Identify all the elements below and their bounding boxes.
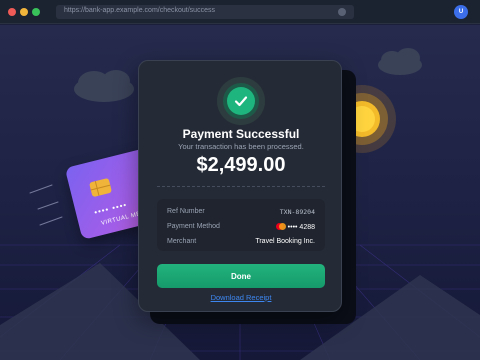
detail-label: Ref Number bbox=[167, 208, 205, 215]
card-chip-icon bbox=[89, 177, 113, 198]
payment-amount: $2,499.00 bbox=[196, 154, 286, 176]
mastercard-icon bbox=[275, 223, 286, 230]
motion-lines bbox=[29, 184, 63, 226]
reload-icon[interactable] bbox=[338, 8, 346, 16]
address-bar[interactable]: https://bank-app.example.com/checkout/su… bbox=[56, 5, 354, 19]
detail-row-payment-method: Payment Method •••• 4288 bbox=[167, 223, 315, 235]
payment-success-dialog: Payment Successful Your transaction has … bbox=[138, 60, 342, 312]
detail-row-merchant: Merchant Travel Booking Inc. bbox=[167, 238, 315, 250]
dialog-title: Payment Successful bbox=[182, 127, 300, 141]
detail-row-ref-number: Ref Number TXN-89204 bbox=[167, 208, 315, 220]
done-button[interactable]: Done bbox=[157, 264, 325, 288]
dialog-subtitle: Your transaction has been processed. bbox=[178, 142, 304, 151]
payment-method-value: •••• 4288 bbox=[275, 223, 315, 231]
divider bbox=[157, 186, 325, 187]
download-receipt-link[interactable]: Download Receipt bbox=[139, 293, 343, 302]
checkmark-icon bbox=[227, 87, 255, 115]
detail-value: TXN-89204 bbox=[279, 208, 315, 216]
user-avatar[interactable]: U bbox=[454, 5, 468, 19]
cloud-icon bbox=[378, 48, 422, 75]
close-window-button[interactable] bbox=[8, 8, 16, 16]
detail-label: Payment Method bbox=[167, 223, 220, 230]
browser-toolbar: https://bank-app.example.com/checkout/su… bbox=[0, 0, 480, 24]
minimize-window-button[interactable] bbox=[20, 8, 28, 16]
detail-label: Merchant bbox=[167, 238, 197, 245]
detail-value: Travel Booking Inc. bbox=[255, 238, 315, 245]
transaction-details: Ref Number TXN-89204 Payment Method ••••… bbox=[157, 199, 325, 251]
cloud-icon bbox=[74, 70, 134, 102]
url-text: https://bank-app.example.com/checkout/su… bbox=[64, 7, 215, 14]
detail-value: •••• 4288 bbox=[287, 224, 315, 231]
maximize-window-button[interactable] bbox=[32, 8, 40, 16]
